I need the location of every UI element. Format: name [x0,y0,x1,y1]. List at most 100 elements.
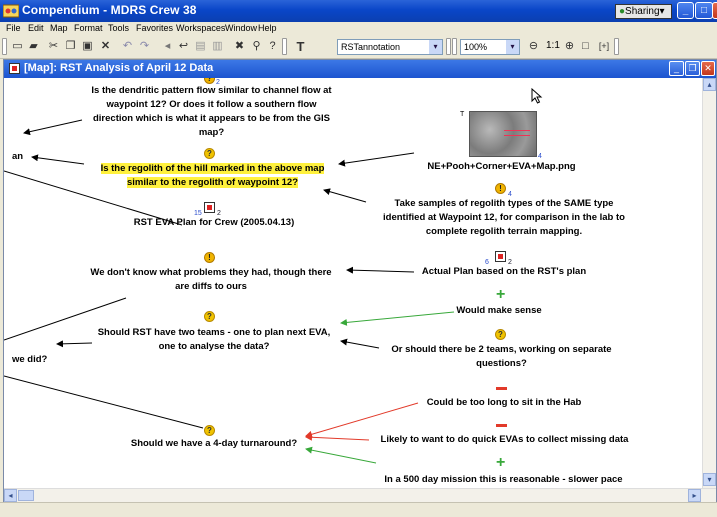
node-too-long[interactable]: Could be too long to sit in the Hab [409,396,599,410]
node-two-teams-separate[interactable]: Or should there be 2 teams, working on s… [374,343,629,371]
node-eva-plan[interactable]: RST EVA Plan for Crew (2005.04.13) [104,216,324,230]
pro-icon[interactable]: + [496,287,505,303]
node-samples[interactable]: Take samples of regolith types of the SA… [369,197,639,239]
menu-favorites[interactable]: Favorites [136,22,173,35]
menu-edit[interactable]: Edit [28,22,44,35]
link[interactable] [4,375,204,429]
map-node-icon[interactable] [204,202,215,213]
window-title: Compendium - MDRS Crew 38 [22,3,197,17]
menu-workspaces[interactable]: Workspaces [176,22,225,35]
map-window: [Map]: RST Analysis of April 12 Data _ ❐… [3,59,717,502]
menu-map[interactable]: Map [50,22,68,35]
zoom-in-icon[interactable]: ⊕ [562,39,577,54]
redo-icon[interactable]: ↷ [137,39,152,54]
node-regolith-question[interactable]: Is the regolith of the hill marked in th… [70,162,355,190]
undo-icon[interactable]: ↶ [120,39,135,54]
node-two-teams[interactable]: Should RST have two teams - one to plan … [64,326,364,354]
copy-icon[interactable]: ❐ [63,39,78,54]
menu-format[interactable]: Format [74,22,103,35]
node-quick-evas[interactable]: Likely to want to do quick EVAs to colle… [362,433,647,447]
question-icon[interactable]: ? [204,425,215,436]
maximize-button[interactable]: □ [695,2,713,19]
con-icon[interactable] [496,387,507,390]
question-icon[interactable]: ? [495,329,506,340]
scroll-thumb[interactable] [18,490,34,501]
con-icon[interactable] [496,424,507,427]
map-maximize-button[interactable]: ❐ [685,61,700,76]
back-icon[interactable]: ◂ [160,39,175,54]
cut-icon[interactable]: ✂ [46,39,61,54]
pro-icon[interactable]: + [496,455,505,471]
help-pointer-icon[interactable]: ? [265,39,280,54]
map-node-icon[interactable] [495,251,506,262]
menu-file[interactable]: File [6,22,21,35]
node-makes-sense[interactable]: Would make sense [434,304,564,318]
question-icon[interactable]: ? [204,311,215,322]
search-icon[interactable]: ⚲ [249,39,264,54]
sharing-dropdown[interactable]: ●Sharing▾ [615,4,672,19]
node-five-hundred[interactable]: In a 500 day mission this is reasonable … [366,473,641,487]
close-button[interactable] [712,2,717,19]
node-line: complete regolith terrain mapping. [425,226,583,237]
menu-bar: File Edit Map Format Tools Favorites Wor… [0,22,717,35]
node-line: similar to the regolith of waypoint 12? [126,177,299,188]
new-icon[interactable]: ▭ [10,39,25,54]
minimize-button[interactable]: _ [677,2,694,19]
node-line: waypoint 12? Or does it follow a souther… [106,99,317,110]
map-canvas[interactable]: ? 2 Is the dendritic pattern flow simila… [4,78,702,488]
return-icon[interactable]: ↩ [176,39,191,54]
paste-icon[interactable]: ▣ [80,39,95,54]
zoom-1-1-button[interactable]: 1:1 [546,40,560,51]
map-close-button[interactable]: ✕ [701,61,715,76]
title-bar: Compendium - MDRS Crew 38 ●Sharing▾ _ □ [0,0,717,22]
zoom-select[interactable]: 100% ▾ [460,39,520,55]
stencil-select[interactable]: RSTannotation ▾ [337,39,443,55]
toolbar-grip[interactable] [282,38,287,55]
compendium-app-icon[interactable] [3,3,19,18]
node-line: map? [198,127,225,138]
menu-tools[interactable]: Tools [108,22,129,35]
link[interactable] [323,188,367,203]
toolbar-grip[interactable] [446,38,451,55]
toolbar-grip[interactable] [2,38,7,55]
link[interactable] [305,402,419,438]
chevron-down-icon: ▾ [429,40,442,54]
node-four-day[interactable]: Should we have a 4-day turnaround? [104,437,324,451]
node-line: one to analyse the data? [158,341,270,352]
toolbar-icon-a[interactable]: ▤ [193,39,208,54]
map-image-thumbnail[interactable] [469,111,537,157]
scroll-down-icon[interactable]: ▾ [703,473,716,486]
node-problems[interactable]: We don't know what problems they had, th… [66,266,356,294]
delete-icon[interactable]: ✕ [98,39,113,54]
argument-icon[interactable]: ! [495,183,506,194]
node-image-file[interactable]: NE+Pooh+Corner+EVA+Map.png [409,160,594,174]
stencil-select-value: RSTannotation [341,42,401,52]
menu-window[interactable]: Window [225,22,257,35]
scroll-left-icon[interactable]: ◂ [4,489,17,502]
node-badge: 4 [538,153,542,160]
scroll-right-icon[interactable]: ▸ [688,489,701,502]
question-icon[interactable]: ? [204,148,215,159]
node-tag: T [460,111,465,118]
map-minimize-button[interactable]: _ [669,61,684,76]
chevron-down-icon: ▾ [659,6,665,17]
toolbar-icon-b[interactable]: ▥ [210,39,225,54]
argument-icon[interactable]: ! [204,252,215,263]
zoom-out-icon[interactable]: ⊖ [526,39,541,54]
vertical-scrollbar[interactable]: ▴ ▾ [702,78,716,488]
open-icon[interactable]: ▰ [26,39,41,54]
link[interactable] [305,446,377,464]
scroll-up-icon[interactable]: ▴ [703,78,716,91]
horizontal-scrollbar[interactable]: ◂ ▸ [4,488,716,502]
text-tool-icon[interactable]: T [293,39,308,54]
node-left-an[interactable]: an [12,150,23,164]
toolbar-grip[interactable] [614,38,619,55]
zoom-fit-icon[interactable]: □ [578,39,593,54]
fit-page-icon[interactable]: [+] [594,39,614,54]
toolbar-grip[interactable] [452,38,457,55]
node-dendritic-question[interactable]: Is the dendritic pattern flow similar to… [64,84,359,140]
menu-help[interactable]: Help [258,22,277,35]
close-map-icon[interactable]: ✖ [232,39,247,54]
node-actual-plan[interactable]: Actual Plan based on the RST's plan [399,265,609,279]
node-we-did[interactable]: we did? [12,353,47,367]
